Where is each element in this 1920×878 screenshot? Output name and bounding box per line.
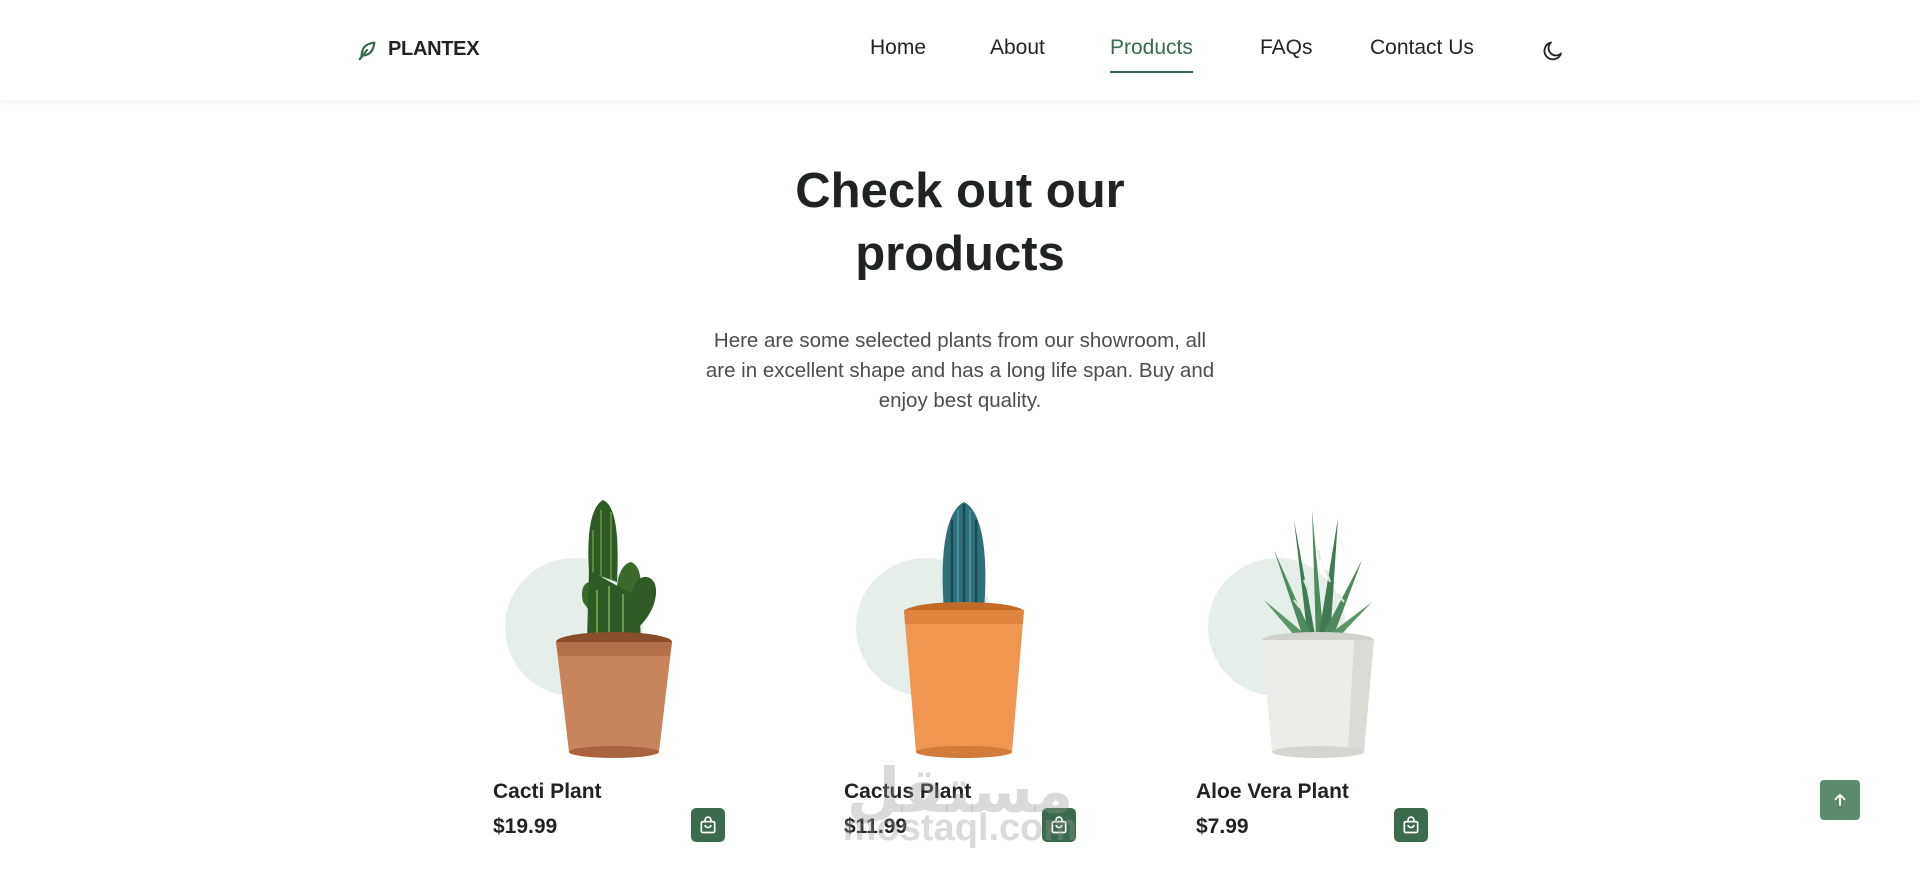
shopping-bag-icon bbox=[1403, 816, 1419, 834]
brand-logo[interactable]: PLANTEX bbox=[356, 38, 480, 61]
nav-faqs[interactable]: FAQs bbox=[1260, 36, 1313, 60]
add-to-cart-button[interactable] bbox=[691, 808, 725, 842]
section-description-line-1: Here are some selected plants from our s… bbox=[713, 329, 1207, 352]
section-description-line-3: enjoy best quality. bbox=[878, 389, 1042, 412]
product-name: Aloe Vera Plant bbox=[1196, 780, 1349, 803]
section-title-line-2: products bbox=[855, 227, 1065, 281]
shopping-bag-icon bbox=[1051, 816, 1067, 834]
cactus-green-image bbox=[556, 500, 672, 758]
cactus-blue-image bbox=[904, 502, 1024, 758]
product-price: $19.99 bbox=[493, 815, 558, 838]
product-card: Cacti Plant $19.99 bbox=[493, 490, 733, 860]
product-price: $7.99 bbox=[1196, 815, 1249, 838]
product-price: $11.99 bbox=[844, 815, 908, 838]
nav-contact[interactable]: Contact Us bbox=[1370, 36, 1474, 60]
product-card: Aloe Vera Plant $7.99 bbox=[1196, 490, 1436, 860]
arrow-up-icon bbox=[1834, 793, 1846, 807]
section-description-line-2: are in excellent shape and has a long li… bbox=[705, 359, 1215, 382]
shopping-bag-icon bbox=[700, 816, 716, 834]
aloe-vera-image bbox=[1262, 510, 1374, 758]
nav-products[interactable]: Products bbox=[1110, 36, 1193, 73]
leaf-icon bbox=[358, 41, 376, 60]
section-title-line-1: Check out our bbox=[795, 164, 1125, 218]
section-title: Check out our products bbox=[660, 160, 1260, 286]
nav-products-label: Products bbox=[1110, 36, 1193, 59]
brand-name: PLANTEX bbox=[388, 38, 480, 60]
section-description: Here are some selected plants from our s… bbox=[670, 326, 1250, 416]
add-to-cart-button[interactable] bbox=[1042, 808, 1076, 842]
product-name: Cacti Plant bbox=[493, 780, 602, 803]
product-card: Cactus Plant $11.99 bbox=[844, 490, 1084, 860]
active-nav-indicator bbox=[1110, 71, 1193, 73]
add-to-cart-button[interactable] bbox=[1394, 808, 1428, 842]
nav-about[interactable]: About bbox=[990, 36, 1045, 60]
site-header: PLANTEX Home About Products FAQs Contact… bbox=[0, 0, 1920, 100]
moon-icon bbox=[1543, 41, 1562, 61]
nav-home[interactable]: Home bbox=[870, 36, 926, 60]
product-name: Cactus Plant bbox=[844, 780, 972, 803]
theme-toggle-button[interactable] bbox=[1541, 39, 1565, 63]
scroll-to-top-button[interactable] bbox=[1820, 780, 1860, 820]
